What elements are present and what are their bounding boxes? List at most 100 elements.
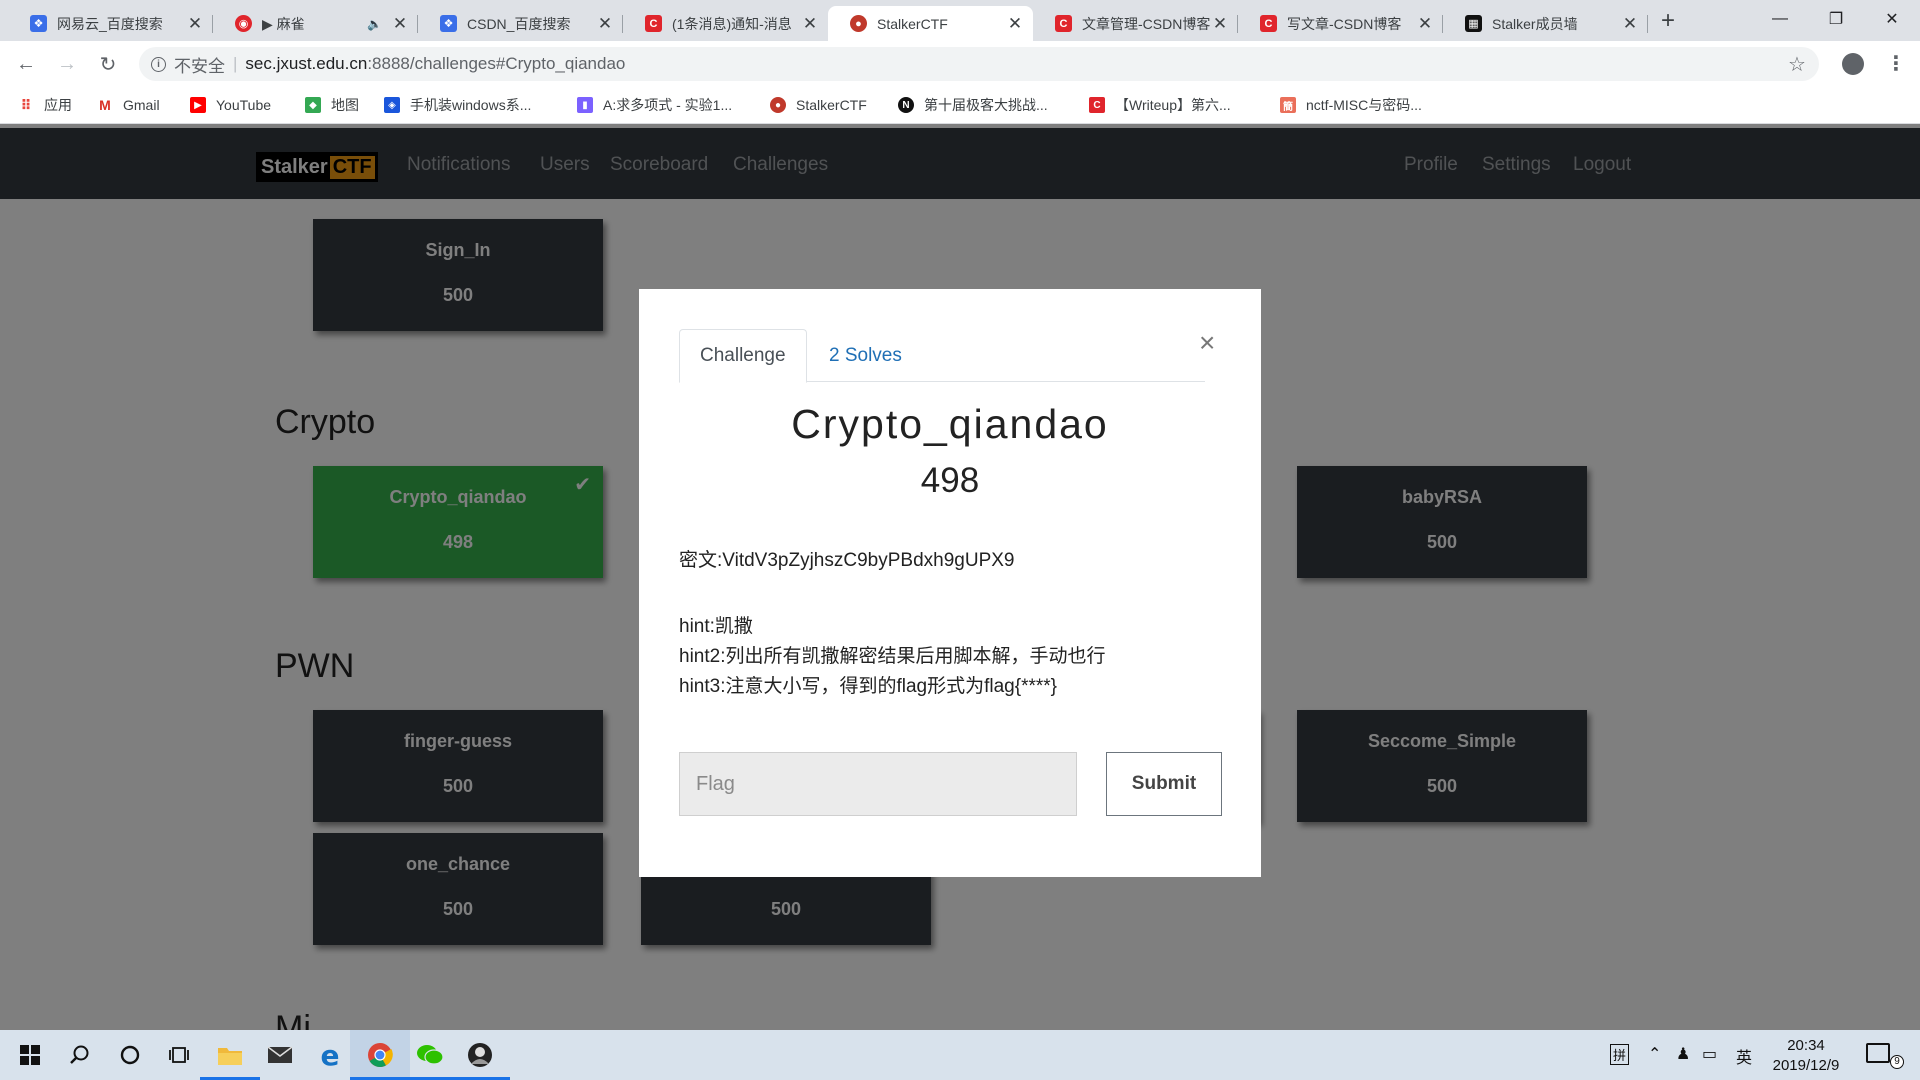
- address-separator: |: [233, 54, 238, 73]
- bars-bookmark-icon: ▮: [577, 97, 593, 113]
- site-info-icon[interactable]: i: [151, 56, 166, 72]
- bookmark-item[interactable]: N 第十届极客大挑战...: [898, 94, 1048, 116]
- csdn-c-icon: C: [645, 15, 662, 32]
- browser-tab[interactable]: C (1条消息)通知-消息 ✕: [623, 6, 828, 41]
- maps-icon: ◆: [305, 97, 321, 113]
- chevron-up-icon[interactable]: ⌃: [1648, 1044, 1661, 1064]
- windows-taskbar: e 拼 ⌃ ♟ ▭ 英 20:34 2019/12/9 9: [0, 1030, 1920, 1080]
- browser-tab[interactable]: C 文章管理-CSDN博客 ✕: [1033, 6, 1238, 41]
- gmail-icon: M: [99, 97, 111, 113]
- browser-tab[interactable]: C 写文章-CSDN博客 ✕: [1238, 6, 1443, 41]
- bookmark-label: Gmail: [123, 97, 160, 113]
- bookmark-label: 【Writeup】第六...: [1115, 97, 1231, 113]
- system-clock[interactable]: 20:34 2019/12/9: [1758, 1036, 1854, 1076]
- notification-count-badge: 9: [1890, 1055, 1904, 1069]
- bookmark-label: 地图: [331, 97, 359, 113]
- close-tab-icon[interactable]: ✕: [597, 14, 613, 34]
- shield-bookmark-icon: ◈: [384, 97, 400, 113]
- apps-grid-icon: ⠿: [20, 96, 32, 113]
- flag-input[interactable]: [679, 752, 1077, 816]
- browser-toolbar: ← → ↻ i 不安全 | sec.jxust.edu.cn:8888/chal…: [0, 41, 1920, 87]
- bookmark-item[interactable]: 簡 nctf-MISC与密码...: [1280, 94, 1422, 116]
- close-tab-icon[interactable]: ✕: [1417, 14, 1433, 34]
- close-tab-icon[interactable]: ✕: [1212, 14, 1228, 34]
- stalkerctf-icon: ●: [850, 15, 867, 32]
- ime-indicator[interactable]: 拼: [1610, 1044, 1630, 1065]
- close-window-button[interactable]: ✕: [1864, 0, 1920, 38]
- close-icon[interactable]: ×: [1199, 329, 1215, 357]
- csdn-c-icon: C: [1089, 97, 1105, 113]
- csdn-c-icon: C: [1260, 15, 1277, 32]
- youtube-icon: ▶: [190, 97, 206, 113]
- baidu-paw-icon: ❖: [30, 15, 47, 32]
- browser-tab-strip: ❖ 网易云_百度搜索 ✕ ◉ ▶ 麻雀 🔈 ✕ ❖ CSDN_百度搜索 ✕ C …: [0, 0, 1920, 41]
- bookmark-star-icon[interactable]: ☆: [1788, 52, 1806, 77]
- speaker-icon[interactable]: 🔈: [367, 17, 382, 31]
- page-viewport: StalkerCTF Notifications Users Scoreboar…: [0, 124, 1920, 1030]
- browser-tab[interactable]: ◉ ▶ 麻雀 🔈 ✕: [213, 6, 418, 41]
- stalker-wall-icon: ▦: [1465, 15, 1482, 32]
- bookmark-youtube[interactable]: ▶ YouTube: [190, 94, 271, 116]
- network-icon[interactable]: ▭: [1702, 1044, 1717, 1064]
- baidu-paw-icon: ❖: [440, 15, 457, 32]
- challenge-modal: Challenge 2 Solves × Crypto_qiandao 498 …: [639, 289, 1261, 877]
- minimize-window-button[interactable]: —: [1752, 0, 1808, 38]
- tab-challenge[interactable]: Challenge: [679, 329, 807, 383]
- tab-title: 网易云_百度搜索: [57, 15, 163, 32]
- bookmark-label: A:求多项式 - 实验1...: [603, 97, 733, 113]
- bookmark-gmail[interactable]: M Gmail: [97, 94, 160, 116]
- qq-penguin-icon[interactable]: ♟: [1676, 1044, 1690, 1064]
- close-tab-icon[interactable]: ✕: [392, 14, 408, 34]
- modal-tabs: Challenge 2 Solves: [679, 329, 1205, 383]
- bookmark-label: 第十届极客大挑战...: [924, 97, 1048, 113]
- browser-tab[interactable]: ❖ CSDN_百度搜索 ✕: [418, 6, 623, 41]
- bookmark-maps[interactable]: ◆ 地图: [305, 94, 359, 116]
- browser-tab[interactable]: ❖ 网易云_百度搜索 ✕: [8, 6, 213, 41]
- restore-window-button[interactable]: ❐: [1808, 0, 1864, 38]
- close-tab-icon[interactable]: ✕: [1007, 14, 1023, 34]
- hint-line: hint:凯撒: [679, 616, 753, 637]
- bookmark-label: nctf-MISC与密码...: [1306, 97, 1422, 113]
- hint-line: hint2:列出所有凯撒解密结果后用脚本解，手动也行: [679, 646, 1106, 667]
- ciphertext-line: 密文:VitdV3pZyjhszC9byPBdxh9gUPX9: [679, 550, 1015, 571]
- csdn-c-icon: C: [1055, 15, 1072, 32]
- bookmark-apps[interactable]: ⠿ 应用: [18, 94, 72, 116]
- profile-avatar-icon[interactable]: [1842, 53, 1864, 75]
- bookmark-item[interactable]: C 【Writeup】第六...: [1089, 94, 1231, 116]
- bookmark-label: YouTube: [216, 97, 272, 113]
- close-tab-icon[interactable]: ✕: [1622, 14, 1638, 34]
- browser-menu-icon[interactable]: ⋮: [1886, 51, 1906, 76]
- submit-button[interactable]: Submit: [1106, 752, 1222, 816]
- bookmark-label: 手机装windows系...: [410, 97, 532, 113]
- back-arrow-icon[interactable]: ←: [12, 50, 40, 78]
- jianshu-icon: 簡: [1280, 97, 1296, 113]
- reload-icon[interactable]: ↻: [94, 50, 122, 78]
- challenge-title: Crypto_qiandao: [791, 401, 1109, 447]
- forward-arrow-icon[interactable]: →: [53, 50, 81, 78]
- tab-title: 文章管理-CSDN博客: [1082, 15, 1211, 32]
- tab-title: ▶ 麻雀: [262, 15, 305, 32]
- bookmark-item[interactable]: ◈ 手机装windows系...: [384, 94, 531, 116]
- challenge-description: 密文:VitdV3pZyjhszC9byPBdxh9gUPX9 hint:凯撒 …: [679, 546, 1219, 702]
- bookmark-label: 应用: [44, 97, 72, 113]
- clock-time: 20:34: [1787, 1037, 1825, 1054]
- tab-title: (1条消息)通知-消息: [672, 15, 792, 32]
- bookmark-item[interactable]: ● StalkerCTF: [770, 94, 867, 116]
- browser-tab[interactable]: ▦ Stalker成员墙 ✕: [1443, 6, 1648, 41]
- close-tab-icon[interactable]: ✕: [187, 14, 203, 34]
- new-tab-button[interactable]: +: [1654, 8, 1682, 36]
- bookmark-item[interactable]: ▮ A:求多项式 - 实验1...: [577, 94, 732, 116]
- close-tab-icon[interactable]: ✕: [802, 14, 818, 34]
- netease-music-icon: ◉: [235, 15, 252, 32]
- clock-date: 2019/12/9: [1772, 1057, 1840, 1074]
- url-host: sec.jxust.edu.cn: [245, 54, 368, 73]
- tab-solves[interactable]: 2 Solves: [809, 329, 922, 383]
- notification-center-icon[interactable]: [1866, 1043, 1890, 1063]
- address-bar[interactable]: i 不安全 | sec.jxust.edu.cn:8888/challenges…: [139, 47, 1819, 81]
- hint-line: hint3:注意大小写，得到的flag形式为flag{****}: [679, 676, 1058, 697]
- language-indicator[interactable]: 英: [1736, 1044, 1752, 1068]
- app-avatar-icon[interactable]: [450, 1030, 510, 1080]
- insecure-label: 不安全: [174, 56, 225, 76]
- challenge-points: 498: [920, 461, 980, 500]
- browser-tab-active[interactable]: ● StalkerCTF ✕: [828, 6, 1033, 41]
